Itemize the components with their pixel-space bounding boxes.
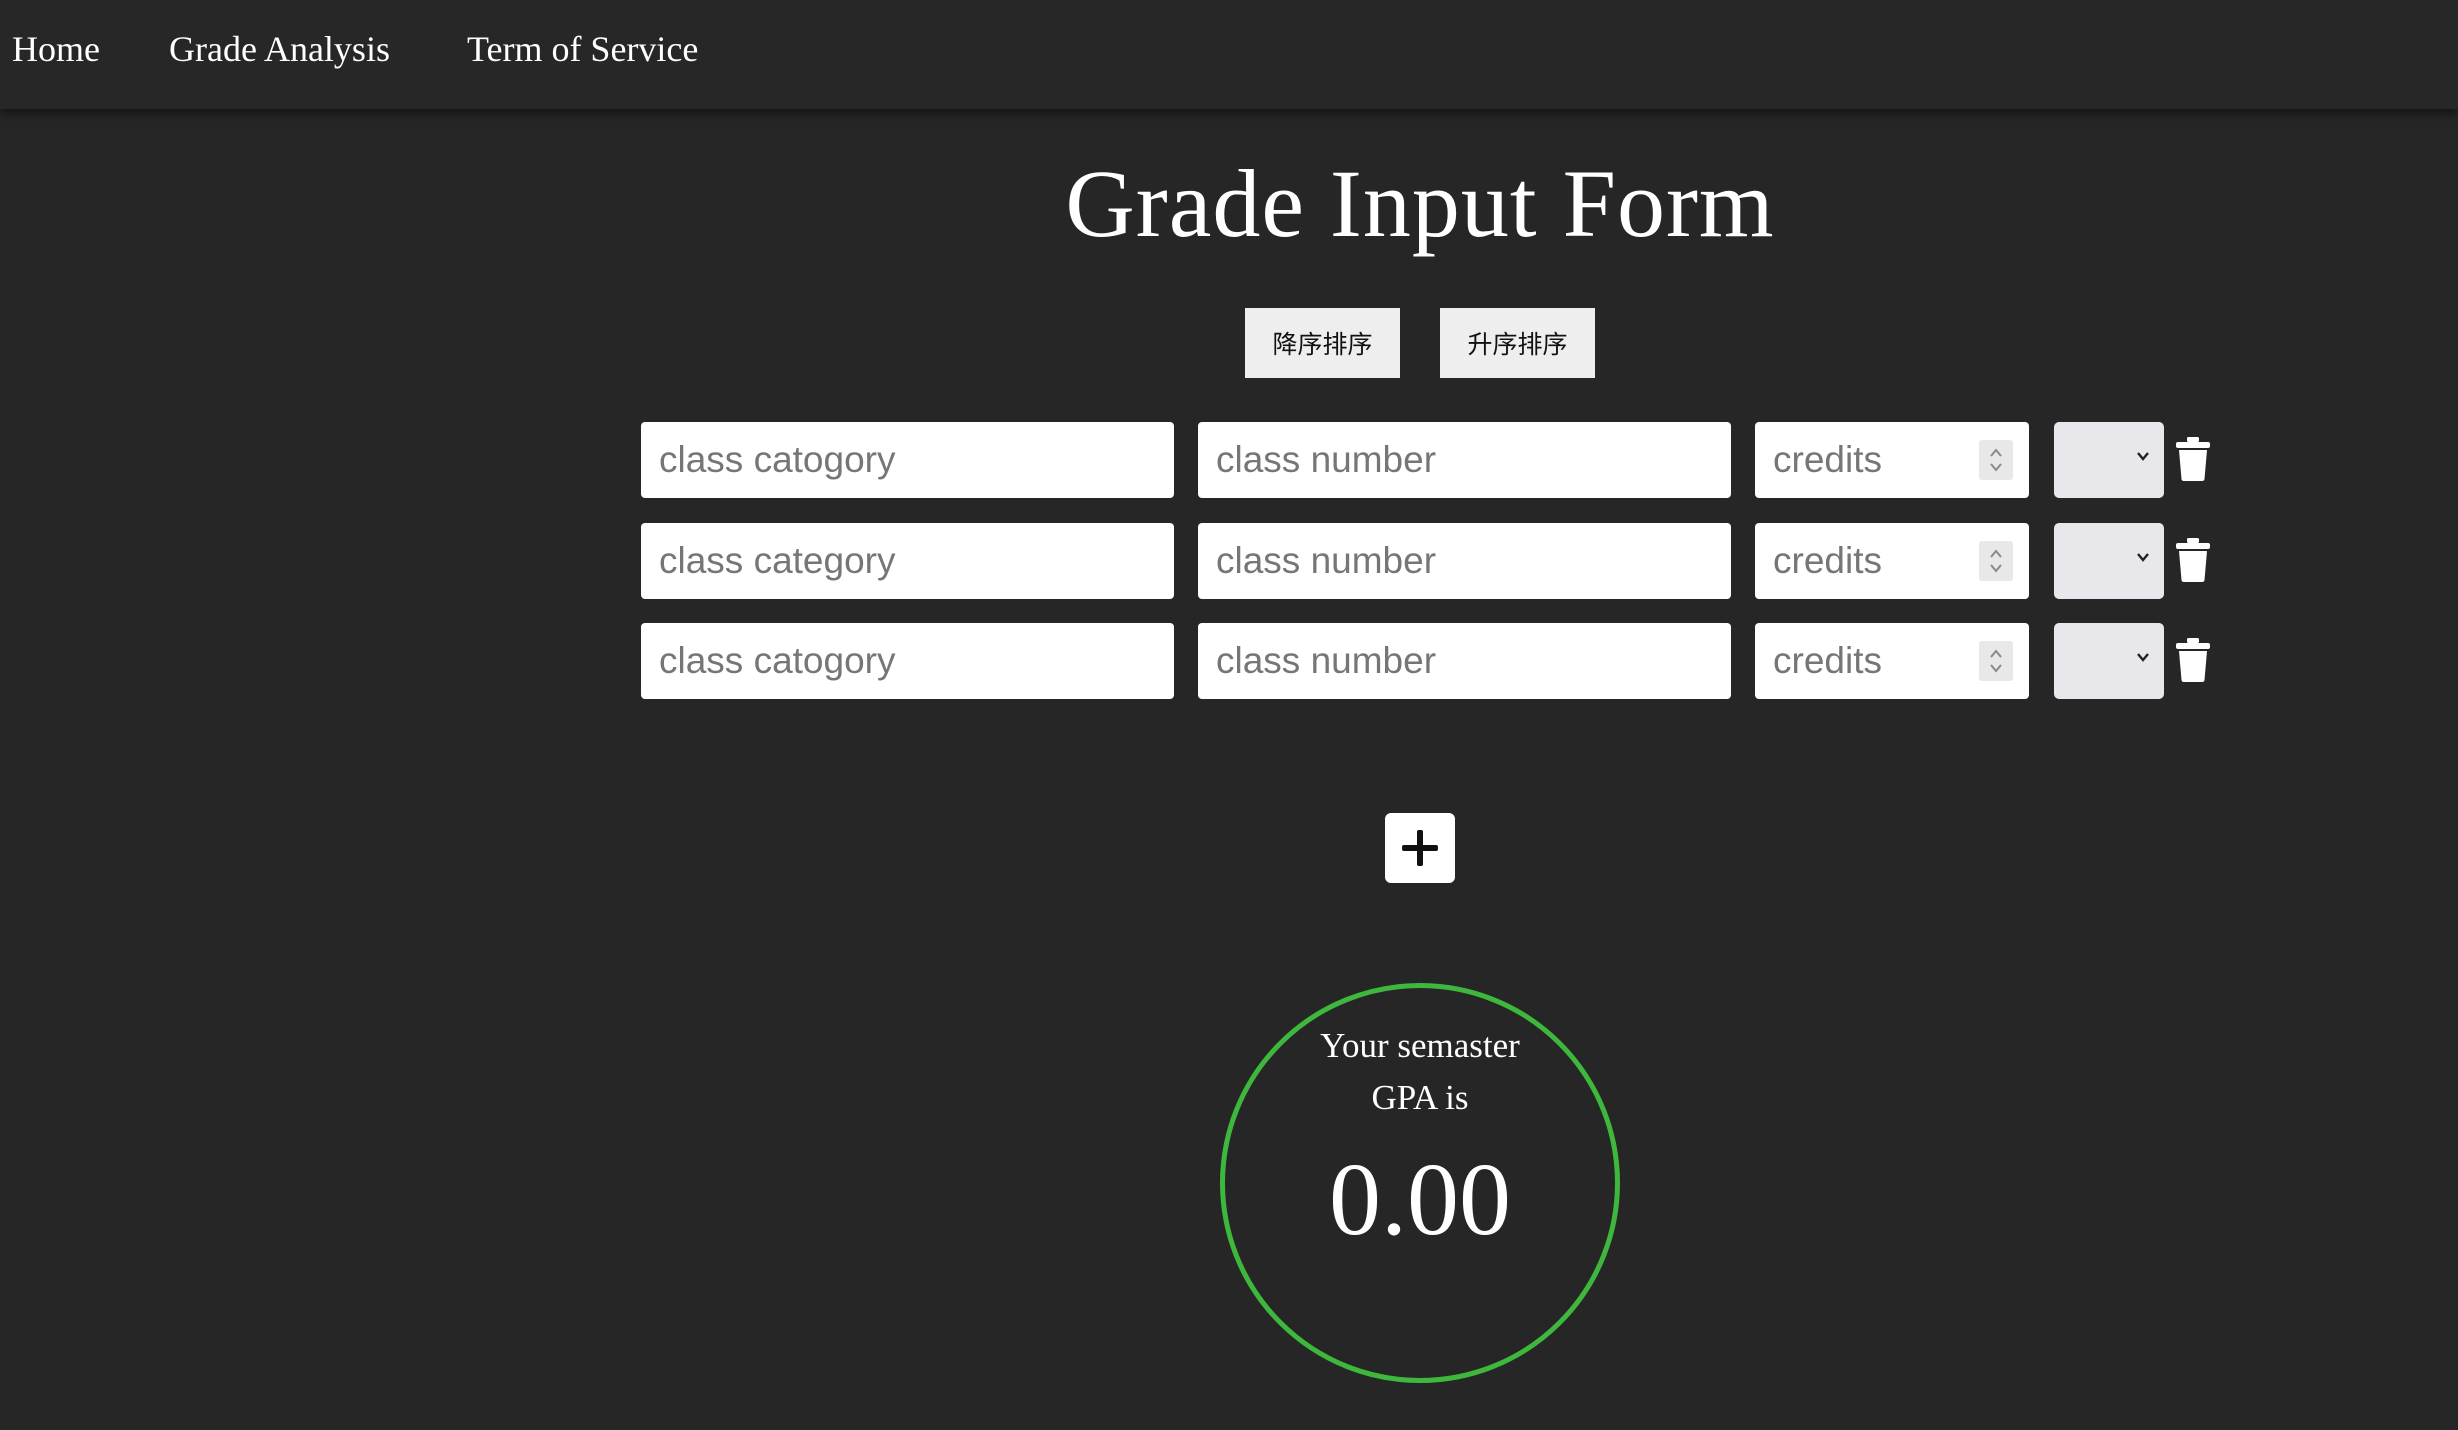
credits-input[interactable]: credits: [1755, 623, 2029, 699]
credits-placeholder: credits: [1773, 439, 1882, 480]
spinner-arrows-icon[interactable]: [1979, 440, 2013, 480]
plus-icon: [1402, 830, 1438, 866]
sort-descending-button[interactable]: 降序排序: [1245, 308, 1400, 378]
navbar: Home Grade Analysis Term of Service: [0, 0, 2458, 109]
credits-placeholder: credits: [1773, 640, 1882, 681]
class-category-input[interactable]: class category: [641, 523, 1174, 599]
class-category-input[interactable]: class catogory: [641, 623, 1174, 699]
gpa-value: 0.00: [1329, 1142, 1511, 1257]
grade-select[interactable]: [2054, 523, 2164, 599]
trash-icon[interactable]: [2175, 538, 2211, 582]
class-number-placeholder: class number: [1216, 540, 1437, 581]
sort-ascending-button[interactable]: 升序排序: [1440, 308, 1595, 378]
class-number-input[interactable]: class number: [1198, 422, 1731, 498]
gpa-label-line2: GPA is: [1371, 1078, 1469, 1117]
trash-icon[interactable]: [2175, 638, 2211, 682]
add-row-button[interactable]: [1385, 813, 1455, 883]
page-title: Grade Input Form: [1065, 150, 1775, 257]
spinner-arrows-icon[interactable]: [1979, 541, 2013, 581]
class-number-placeholder: class number: [1216, 640, 1437, 681]
credits-placeholder: credits: [1773, 540, 1882, 581]
credits-input[interactable]: credits: [1755, 523, 2029, 599]
chevron-down-icon: [2137, 452, 2149, 461]
class-category-placeholder: class catogory: [659, 439, 896, 480]
gpa-label: Your semaster GPA is: [1270, 1020, 1570, 1124]
trash-icon[interactable]: [2175, 437, 2211, 481]
class-number-input[interactable]: class number: [1198, 523, 1731, 599]
grade-select[interactable]: [2054, 422, 2164, 498]
nav-link-terms[interactable]: Term of Service: [467, 28, 698, 70]
class-number-placeholder: class number: [1216, 439, 1437, 480]
class-category-placeholder: class catogory: [659, 640, 896, 681]
chevron-down-icon: [2137, 653, 2149, 662]
nav-link-home[interactable]: Home: [12, 28, 100, 70]
gpa-label-line1: Your semaster: [1320, 1026, 1520, 1065]
class-category-placeholder: class category: [659, 540, 896, 581]
chevron-down-icon: [2137, 553, 2149, 562]
class-number-input[interactable]: class number: [1198, 623, 1731, 699]
spinner-arrows-icon[interactable]: [1979, 641, 2013, 681]
class-category-input[interactable]: class catogory: [641, 422, 1174, 498]
nav-link-grade-analysis[interactable]: Grade Analysis: [169, 28, 390, 70]
credits-input[interactable]: credits: [1755, 422, 2029, 498]
grade-select[interactable]: [2054, 623, 2164, 699]
